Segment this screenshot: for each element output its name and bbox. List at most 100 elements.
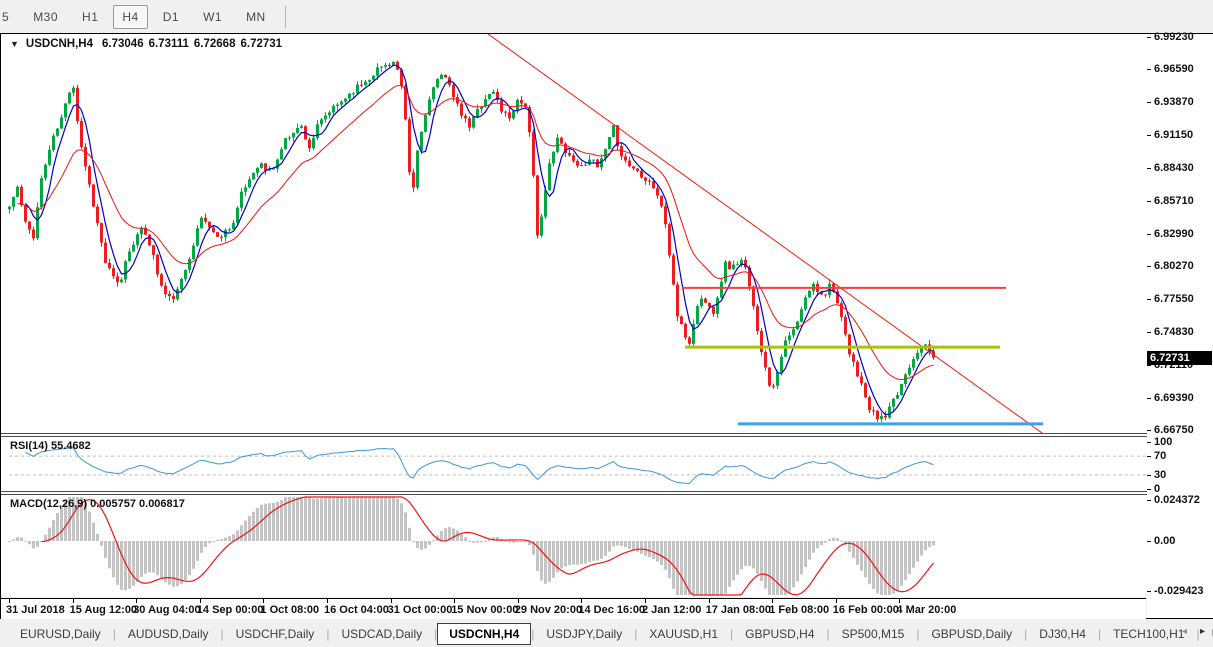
time-axis-label: 2 Jan 12:00 (642, 604, 701, 616)
macd-axis-label: 0.00 (1154, 535, 1175, 547)
chart-symbol-label: USDCNH,H4 (26, 38, 93, 50)
price-axis: 6.72731 6.992306.965906.938706.911506.88… (1147, 34, 1213, 618)
time-axis-tick (200, 599, 201, 603)
time-axis-tick (581, 599, 582, 603)
chart-tab-usdcnh-h4[interactable]: USDCNH,H4 (437, 623, 531, 645)
price-axis-tick (1147, 102, 1151, 103)
price-axis-label: 6.82990 (1154, 228, 1194, 240)
time-axis-tick (263, 599, 264, 603)
chart-tab-usdchf-daily[interactable]: USDCHF,Daily (224, 623, 327, 645)
ohlc-close: 6.72731 (240, 38, 282, 50)
tab-scroll-right-icon[interactable]: ▸ (1200, 626, 1205, 637)
time-axis-tick (327, 599, 328, 603)
chart-tab-eurusd-daily[interactable]: EURUSD,Daily (8, 623, 113, 645)
chart-tab-gbpusd-daily[interactable]: GBPUSD,Daily (919, 623, 1024, 645)
time-axis-tick (836, 599, 837, 603)
time-axis-label: 15 Aug 12:00 (70, 604, 137, 616)
time-axis-label: 4 Mar 20:00 (896, 604, 956, 616)
macd-chart[interactable] (1, 495, 1147, 597)
rsi-axis-tick (1147, 456, 1151, 457)
timeframe-button-h4[interactable]: H4 (113, 5, 147, 29)
candlestick-chart[interactable] (1, 34, 1147, 433)
rsi-axis-tick (1147, 475, 1151, 476)
price-axis-label: 6.91150 (1154, 129, 1193, 141)
toolbar-separator (285, 6, 286, 28)
chart-dropdown-icon: ▼ (10, 39, 19, 49)
rsi-panel[interactable]: RSI(14) 55.4682 (1, 437, 1148, 491)
timeframe-toolbar: 5M30H1H4 D1W1MN (0, 0, 1213, 33)
chart-tab-sp500-m15[interactable]: SP500,M15 (830, 623, 917, 645)
time-axis-label: 30 Aug 04:00 (133, 604, 200, 616)
price-axis-tick (1147, 135, 1151, 136)
chart-tabs: EURUSD,Daily|AUDUSD,Daily|USDCHF,Daily|U… (0, 620, 1213, 647)
time-axis-tick (73, 599, 74, 603)
time-axis-tick (454, 599, 455, 603)
timeframe-button-m30[interactable]: M30 (24, 5, 67, 29)
chart-tab-usdcad-daily[interactable]: USDCAD,Daily (329, 623, 434, 645)
rsi-axis-tick (1147, 489, 1151, 490)
time-axis-tick (518, 599, 519, 603)
ohlc-open: 6.73046 (102, 38, 144, 50)
ohlc-low: 6.72668 (194, 38, 236, 50)
time-axis-label: 14 Dec 16:00 (578, 604, 645, 616)
time-axis-label: 14 Sep 00:00 (197, 604, 264, 616)
timeframe-button-h1[interactable]: H1 (73, 5, 107, 29)
chart-tab-bar: EURUSD,Daily|AUDUSD,Daily|USDCHF,Daily|U… (0, 620, 1213, 647)
time-axis-label: 29 Nov 20:00 (515, 604, 582, 616)
chart-title: ▼ USDCNH,H4 6.73046 6.73111 6.72668 6.72… (10, 38, 287, 50)
price-axis-label: 6.93870 (1154, 96, 1194, 108)
timeframe-button-mn[interactable]: MN (237, 5, 275, 29)
time-axis-label: 17 Jan 08:00 (706, 604, 771, 616)
macd-panel[interactable]: MACD(12,26,9) 0.005757 0.006817 (1, 495, 1148, 597)
time-axis: 31 Jul 2018 15 Aug 12:0030 Aug 04:0014 Se… (1, 598, 1146, 619)
price-axis-tick (1147, 201, 1151, 202)
time-axis-label: 31 Jul 2018 (6, 604, 65, 616)
time-axis-label: 16 Oct 04:00 (324, 604, 389, 616)
time-axis-label: 1 Feb 08:00 (769, 604, 829, 616)
chart-tab-xauusd-h1[interactable]: XAUUSD,H1 (637, 623, 730, 645)
current-price-badge: 6.72731 (1147, 351, 1212, 365)
time-axis-tick (136, 599, 137, 603)
rsi-axis-label: 100 (1154, 436, 1172, 448)
macd-label: MACD(12,26,9) 0.005757 0.006817 (10, 498, 185, 510)
chart-tab-usdjpy-daily[interactable]: USDJPY,Daily (534, 623, 634, 645)
timeframe-button-d1[interactable]: D1 (154, 5, 188, 29)
rsi-axis-label: 30 (1154, 469, 1166, 481)
price-axis-label: 6.85710 (1154, 195, 1194, 207)
macd-axis-tick (1147, 541, 1151, 542)
price-axis-label: 6.80270 (1154, 260, 1194, 272)
chart-tab-dj30-h4[interactable]: DJ30,H4 (1027, 623, 1098, 645)
price-axis-tick (1147, 234, 1151, 235)
time-axis-tick (391, 599, 392, 603)
price-axis-tick (1147, 37, 1151, 38)
chart-tab-gbpusd-h4[interactable]: GBPUSD,H4 (733, 623, 826, 645)
time-axis-label: 16 Feb 00:00 (833, 604, 899, 616)
time-axis-label: 1 Oct 08:00 (260, 604, 319, 616)
price-axis-tick (1147, 266, 1151, 267)
price-axis-label: 6.74830 (1154, 326, 1194, 338)
time-axis-tick (772, 599, 773, 603)
chart-tab-audusd-daily[interactable]: AUDUSD,Daily (116, 623, 221, 645)
price-axis-label: 6.66750 (1154, 424, 1194, 436)
price-axis-label: 6.88430 (1154, 162, 1194, 174)
price-axis-tick (1147, 365, 1151, 366)
timeframe-button-w1[interactable]: W1 (194, 5, 231, 29)
time-axis-tick (899, 599, 900, 603)
tab-scroll-left-icon[interactable]: ◂ (1182, 626, 1187, 637)
price-axis-label: 6.77550 (1154, 293, 1194, 305)
price-axis-tick (1147, 398, 1151, 399)
rsi-chart[interactable] (1, 437, 1147, 491)
time-axis-label: 15 Nov 00:00 (451, 604, 518, 616)
main-chart-panel[interactable]: ▼ USDCNH,H4 6.73046 6.73111 6.72668 6.72… (1, 34, 1148, 433)
rsi-label: RSI(14) 55.4682 (10, 440, 91, 452)
price-axis-tick (1147, 332, 1151, 333)
price-axis-tick (1147, 430, 1151, 431)
rsi-axis-label: 70 (1154, 450, 1166, 462)
price-axis-label: 6.69390 (1154, 392, 1194, 404)
macd-axis-tick (1147, 591, 1151, 592)
time-axis-tick (645, 599, 646, 603)
price-axis-label: 6.96590 (1154, 63, 1194, 75)
timeframe-button-5[interactable]: 5 (0, 5, 18, 29)
ohlc-high: 6.73111 (149, 38, 189, 50)
time-axis-label: 31 Oct 00:00 (388, 604, 453, 616)
